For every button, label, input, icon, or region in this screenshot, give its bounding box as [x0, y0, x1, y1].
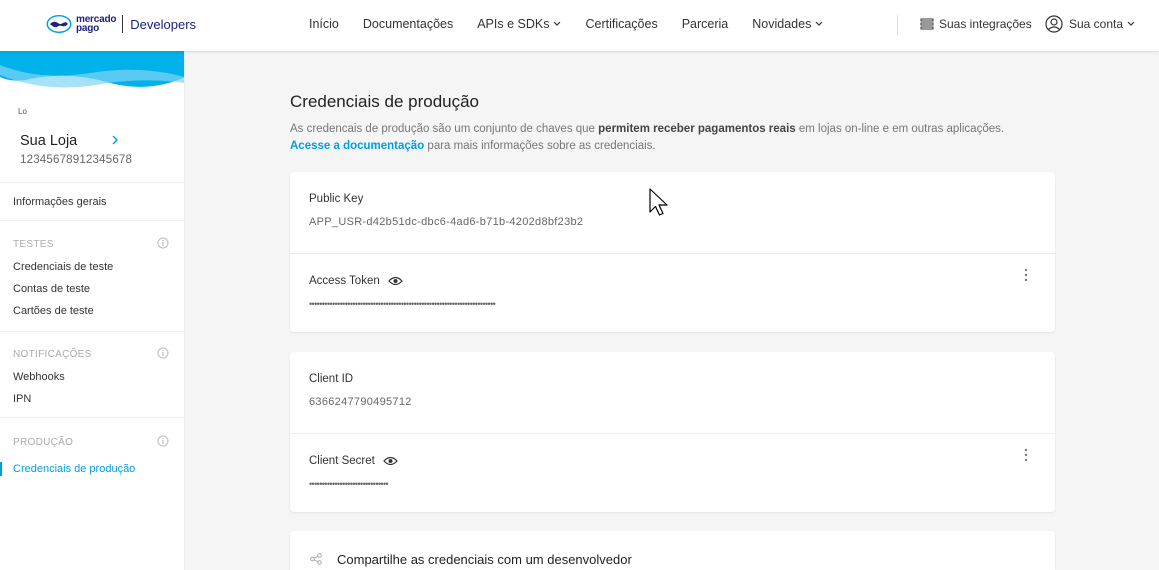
info-icon[interactable] [157, 237, 169, 249]
public-key-label: Public Key [309, 193, 364, 205]
header-separator [897, 15, 898, 35]
client-secret-masked: ••••••••••••••••••••••••••••••• [309, 479, 389, 489]
public-key-value[interactable]: APP_USR-d42b51dc-dbc6-4ad6-b71b-4202d8bf… [309, 216, 583, 228]
sidebar-item-webhooks[interactable]: Webhooks [13, 371, 65, 383]
share-icon [310, 553, 322, 565]
account-label: Sua conta [1069, 17, 1124, 31]
client-secret-label: Client Secret [309, 455, 398, 467]
eye-icon[interactable] [383, 456, 398, 466]
kebab-menu-icon[interactable] [1024, 268, 1028, 282]
chevron-down-icon [1127, 21, 1135, 26]
public-key-row: Public Key APP_USR-d42b51dc-dbc6-4ad6-b7… [290, 172, 1055, 253]
integrations-label: Suas integrações [939, 17, 1032, 31]
kebab-menu-icon[interactable] [1024, 448, 1028, 462]
sidebar-item-production-credentials[interactable]: Credenciais de produção [13, 463, 135, 475]
sidebar-item-test-accounts[interactable]: Contas de teste [13, 283, 90, 295]
credentials-card-keys: Public Key APP_USR-d42b51dc-dbc6-4ad6-b7… [290, 172, 1055, 332]
nav-certificacoes[interactable]: Certificações [585, 17, 657, 31]
sidebar-section-notificacoes: NOTIFICAÇÕES [13, 349, 92, 360]
sidebar-divider [0, 220, 184, 221]
active-indicator [0, 462, 2, 476]
desc-bold: permitem receber pagamentos reais [598, 123, 796, 135]
sidebar-item-test-credentials[interactable]: Credenciais de teste [13, 261, 113, 273]
mouse-cursor-icon [649, 188, 668, 216]
main-nav: Início Documentações APIs e SDKs Certifi… [309, 17, 847, 31]
chevron-down-icon [554, 21, 561, 26]
sidebar-item-ipn[interactable]: IPN [13, 393, 31, 405]
sidebar-item-test-cards[interactable]: Cartões de teste [13, 305, 94, 317]
sidebar-item-general-info[interactable]: Informações gerais [13, 196, 107, 208]
nav-inicio[interactable]: Início [309, 17, 339, 31]
integrations-link[interactable]: Suas integrações [920, 17, 1032, 31]
sidebar-divider [0, 417, 184, 418]
brand-name: mercado pago [76, 14, 117, 34]
brand-developers: Developers [130, 16, 197, 32]
account-menu[interactable]: Sua conta [1045, 15, 1135, 33]
credentials-card-client: Client ID 6366247790495712 Client Secret… [290, 352, 1055, 512]
client-id-row: Client ID 6366247790495712 [290, 352, 1055, 433]
logo-separator [122, 15, 124, 33]
access-token-row: Access Token •••••••••••••••••••••••••••… [290, 253, 1055, 332]
page-title: Credenciais de produção [290, 92, 480, 111]
nav-novidades[interactable]: Novidades [752, 17, 823, 31]
handshake-logo-icon [46, 14, 72, 34]
list-icon [920, 18, 934, 30]
eye-icon[interactable] [387, 276, 403, 286]
access-token-masked: ••••••••••••••••••••••••••••••••••••••••… [309, 299, 496, 309]
brand-logo[interactable]: mercado pago Developers [46, 14, 196, 34]
share-title: Compartilhe as credenciais com um desenv… [337, 552, 632, 567]
sidebar-section-producao: PRODUÇÃO [13, 437, 74, 448]
chevron-down-icon [815, 21, 823, 26]
client-secret-row: Client Secret ••••••••••••••••••••••••••… [290, 433, 1055, 512]
top-header: mercado pago Developers Início Documenta… [0, 0, 1159, 51]
nav-apis-sdks[interactable]: APIs e SDKs [477, 17, 561, 31]
sidebar-wave-banner [0, 51, 184, 88]
store-id: 12345678912345678 [20, 154, 133, 166]
sidebar-section-testes: TESTES [13, 239, 54, 250]
access-token-label: Access Token [309, 275, 403, 287]
nav-documentacoes[interactable]: Documentações [363, 17, 453, 31]
sidebar-divider [0, 331, 184, 332]
store-name[interactable]: Sua Loja [20, 133, 77, 149]
info-icon[interactable] [157, 435, 169, 447]
user-circle-icon [1045, 15, 1063, 33]
docs-link[interactable]: Acesse a documentação [290, 140, 424, 152]
page-description: As credencais de produção são um conjunt… [290, 123, 1005, 152]
share-credentials-card[interactable]: Compartilhe as credenciais com um desenv… [290, 531, 1055, 570]
info-icon[interactable] [157, 347, 169, 359]
sidebar-divider [0, 182, 184, 183]
client-id-value[interactable]: 6366247790495712 [309, 396, 412, 408]
nav-parceria[interactable]: Parceria [682, 17, 729, 31]
client-id-label: Client ID [309, 373, 354, 385]
sidebar: Lo Sua Loja 12345678912345678 Informaçõe… [0, 51, 185, 570]
store-badge: Lo [18, 107, 27, 116]
chevron-right-icon[interactable] [111, 135, 119, 145]
